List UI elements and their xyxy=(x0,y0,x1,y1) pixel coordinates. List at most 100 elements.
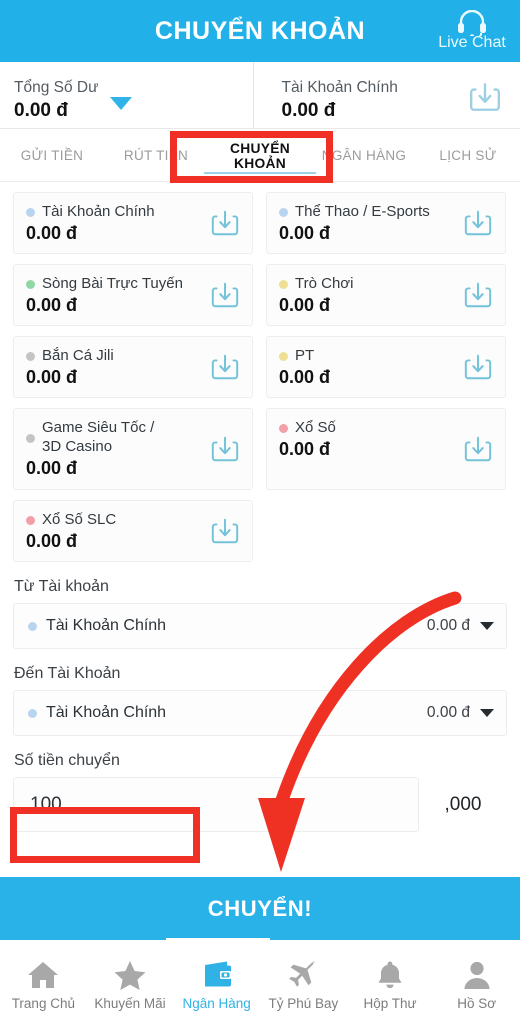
status-dot-icon xyxy=(26,352,35,361)
bottom-navigation: Trang Chủ Khuyến Mãi Ngân Hàng Tỷ Phú Ba… xyxy=(0,941,520,1024)
status-dot-icon xyxy=(279,208,288,217)
nav-item-bank[interactable]: Ngân Hàng xyxy=(173,941,260,1024)
wallet-card-head: Xổ Số xyxy=(279,418,453,437)
tab-chuyen-khoan[interactable]: CHUYỂN KHOẢN xyxy=(208,130,312,182)
wallet-amount: 0.00 đ xyxy=(26,295,78,315)
wallet-card[interactable]: Sòng Bài Trực Tuyến 0.00 đ xyxy=(13,264,253,326)
caret-down-icon[interactable] xyxy=(480,709,494,717)
caret-down-icon[interactable] xyxy=(110,97,132,110)
wallet-card[interactable]: PT 0.00 đ xyxy=(266,336,506,398)
transfer-submit-button[interactable]: CHUYỂN! xyxy=(0,877,520,940)
total-balance-cell[interactable]: Tổng Số Dư 0.00 đ xyxy=(0,62,253,128)
from-account-label: Từ Tài khoản xyxy=(14,578,109,595)
from-account-name: Tài Khoản Chính xyxy=(46,617,167,634)
wallet-name: PT xyxy=(295,347,315,364)
amount-row: ,000 xyxy=(13,777,507,832)
balance-bar: Tổng Số Dư 0.00 đ Tài Khoản Chính 0.00 đ xyxy=(0,62,520,129)
tab-rut-tien[interactable]: RÚT TIỀN xyxy=(104,130,208,182)
airplane-icon xyxy=(289,960,316,987)
download-tray-icon[interactable] xyxy=(463,434,493,464)
nav-item-profile[interactable]: Hồ Sơ xyxy=(433,941,520,1024)
nav-item-promotions[interactable]: Khuyến Mãi xyxy=(87,941,174,1024)
status-dot-icon xyxy=(279,352,288,361)
wallet-amount: 0.00 đ xyxy=(26,458,78,478)
status-dot-icon xyxy=(26,280,35,289)
wallet-name: Sòng Bài Trực Tuyến xyxy=(42,275,183,292)
wallet-amount: 0.00 đ xyxy=(279,295,331,315)
status-dot-icon xyxy=(28,621,37,631)
download-tray-icon[interactable] xyxy=(210,516,240,546)
home-icon xyxy=(28,962,59,988)
status-dot-icon xyxy=(28,708,37,718)
tab-bar: GỬI TIỀN RÚT TIỀN CHUYỂN KHOẢN NGÂN HÀNG… xyxy=(0,130,520,182)
main-account-cell: Tài Khoản Chính 0.00 đ xyxy=(252,62,520,128)
live-chat-label: Live Chat xyxy=(438,34,506,51)
wallet-card-head: Trò Chơi xyxy=(279,274,453,293)
wallet-card[interactable]: Tài Khoản Chính 0.00 đ xyxy=(13,192,253,254)
wallet-amount: 0.00 đ xyxy=(279,223,331,243)
status-dot-icon xyxy=(26,208,35,217)
from-account-value: 0.00 đ xyxy=(426,617,470,634)
wallet-card[interactable]: Xổ Số 0.00 đ xyxy=(266,408,506,490)
person-icon xyxy=(464,961,490,989)
wallet-amount: 0.00 đ xyxy=(279,367,331,387)
download-tray-icon[interactable] xyxy=(468,80,502,114)
wallet-card-head: Game Siêu Tốc / 3D Casino xyxy=(26,418,200,456)
bell-icon xyxy=(378,961,402,989)
download-tray-icon[interactable] xyxy=(463,352,493,382)
total-balance-value: 0.00 đ xyxy=(14,100,68,121)
wallet-card-head: Xổ Số SLC xyxy=(26,510,200,529)
to-account-select[interactable]: Tài Khoản Chính 0.00 đ xyxy=(13,690,507,736)
nav-label: Trang Chủ xyxy=(11,996,75,1011)
tab-lich-su[interactable]: LỊCH SỬ xyxy=(416,130,520,182)
wallet-card[interactable]: Bắn Cá Jili 0.00 đ xyxy=(13,336,253,398)
to-account-label: Đến Tài Khoản xyxy=(14,665,121,682)
wallet-amount: 0.00 đ xyxy=(26,223,78,243)
wallet-card-head: Bắn Cá Jili xyxy=(26,346,200,365)
amount-input[interactable] xyxy=(13,777,419,832)
tab-gui-tien[interactable]: GỬI TIỀN xyxy=(0,130,104,182)
nav-item-tyPhuBay[interactable]: Tỷ Phú Bay xyxy=(260,941,347,1024)
wallet-card[interactable]: Thể Thao / E-Sports 0.00 đ xyxy=(266,192,506,254)
nav-item-home[interactable]: Trang Chủ xyxy=(0,941,87,1024)
amount-suffix: ,000 xyxy=(444,793,482,815)
download-tray-icon[interactable] xyxy=(210,280,240,310)
app-header: CHUYỂN KHOẢN Live Chat xyxy=(0,0,520,62)
headset-icon xyxy=(458,10,486,36)
status-dot-icon xyxy=(26,516,35,525)
wallet-card[interactable]: Trò Chơi 0.00 đ xyxy=(266,264,506,326)
to-account-name: Tài Khoản Chính xyxy=(46,704,167,721)
download-tray-icon[interactable] xyxy=(463,208,493,238)
wallet-name: Thể Thao / E-Sports xyxy=(295,203,430,220)
wallet-name: Trò Chơi xyxy=(295,275,354,292)
live-chat-button[interactable]: Live Chat xyxy=(428,2,516,60)
transfer-screen: CHUYỂN KHOẢN Live Chat Tổng Số Dư 0.00 đ… xyxy=(0,0,520,1024)
wallet-name: Game Siêu Tốc / 3D Casino xyxy=(42,419,155,455)
tab-ngan-hang[interactable]: NGÂN HÀNG xyxy=(312,130,416,182)
nav-item-inbox[interactable]: Hộp Thư xyxy=(347,941,434,1024)
wallet-card-head: PT xyxy=(279,346,453,365)
amount-label: Số tiền chuyển xyxy=(14,752,120,769)
star-icon xyxy=(114,961,146,990)
download-tray-icon[interactable] xyxy=(463,280,493,310)
from-account-select[interactable]: Tài Khoản Chính 0.00 đ xyxy=(13,603,507,649)
nav-label: Ngân Hàng xyxy=(182,996,251,1011)
wallet-card[interactable]: Game Siêu Tốc / 3D Casino 0.00 đ xyxy=(13,408,253,490)
wallet-card[interactable]: Xổ Số SLC 0.00 đ xyxy=(13,500,253,562)
download-tray-icon[interactable] xyxy=(210,434,240,464)
status-dot-icon xyxy=(279,424,288,433)
wallet-card-head: Thể Thao / E-Sports xyxy=(279,202,453,221)
nav-label: Khuyến Mãi xyxy=(94,996,166,1011)
wallet-name: Tài Khoản Chính xyxy=(42,203,155,220)
transfer-form: Từ Tài khoản Tài Khoản Chính 0.00 đ Đến … xyxy=(0,578,520,832)
caret-down-icon[interactable] xyxy=(480,622,494,630)
wallet-amount: 0.00 đ xyxy=(26,367,78,387)
nav-label: Hộp Thư xyxy=(363,996,417,1011)
to-account-value: 0.00 đ xyxy=(426,704,470,721)
nav-label: Hồ Sơ xyxy=(457,996,497,1011)
download-tray-icon[interactable] xyxy=(210,208,240,238)
status-dot-icon xyxy=(26,434,35,443)
download-tray-icon[interactable] xyxy=(210,352,240,382)
wallet-name: Xổ Số xyxy=(295,419,336,436)
nav-label: Tỷ Phú Bay xyxy=(268,996,339,1011)
